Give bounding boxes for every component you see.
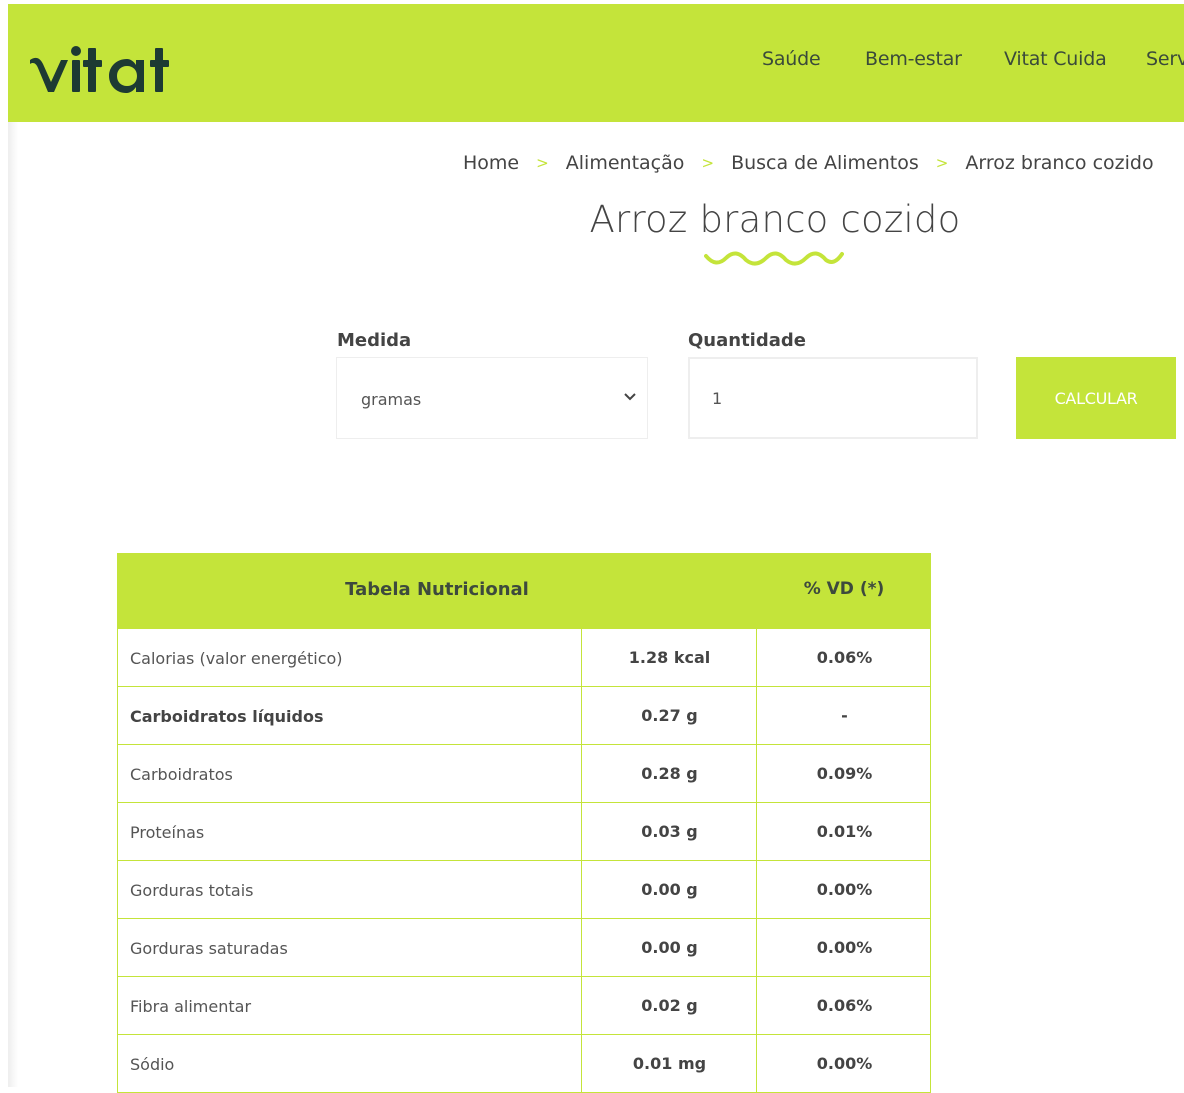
nutrient-vd: 0.01% xyxy=(756,803,932,860)
nutrient-vd: 0.06% xyxy=(756,629,932,686)
content-left-shadow xyxy=(8,122,18,1087)
nutrient-amount: 0.00 g xyxy=(581,919,757,976)
nutrient-amount: 1.28 kcal xyxy=(581,629,757,686)
nutrient-name: Gorduras totais xyxy=(130,881,254,900)
nutrient-name: Gorduras saturadas xyxy=(130,939,288,958)
quantidade-field-wrapper xyxy=(688,357,978,439)
nutrient-amount: 0.00 g xyxy=(581,861,757,918)
site-header: Saúde Bem-estar Vitat Cuida Serv xyxy=(8,4,1184,122)
nutrition-table: Tabela Nutricional % VD (*) Calorias (va… xyxy=(117,553,931,1093)
page-title: Arroz branco cozido xyxy=(589,198,961,241)
nutrient-amount: 0.28 g xyxy=(581,745,757,802)
title-wave-decoration xyxy=(704,251,844,266)
nutrient-amount: 0.27 g xyxy=(581,687,757,744)
table-row: Sódio 0.01 mg 0.00% xyxy=(117,1035,931,1093)
table-row: Gorduras saturadas 0.00 g 0.00% xyxy=(117,919,931,977)
nutrient-name: Carboidratos líquidos xyxy=(130,707,324,726)
table-row: Gorduras totais 0.00 g 0.00% xyxy=(117,861,931,919)
nutrient-vd: 0.00% xyxy=(756,1035,932,1092)
nav-item-bem-estar[interactable]: Bem-estar xyxy=(865,48,962,70)
breadcrumb-separator: > xyxy=(935,153,949,172)
main-nav: Saúde Bem-estar Vitat Cuida Serv xyxy=(8,4,1184,122)
breadcrumb-separator: > xyxy=(536,153,549,172)
medida-select[interactable]: gramas xyxy=(336,357,648,439)
nutrient-name: Carboidratos xyxy=(130,765,233,784)
table-header: Tabela Nutricional % VD (*) xyxy=(117,553,931,629)
nutrient-amount: 0.01 mg xyxy=(581,1035,757,1092)
breadcrumb-busca-de-alimentos[interactable]: Busca de Alimentos xyxy=(731,152,919,174)
chevron-down-icon xyxy=(624,393,636,401)
table-header-title: Tabela Nutricional xyxy=(345,579,529,600)
medida-selected-value: gramas xyxy=(361,390,422,409)
table-row: Calorias (valor energético) 1.28 kcal 0.… xyxy=(117,629,931,687)
nutrient-vd: 0.00% xyxy=(756,919,932,976)
nutrient-amount: 0.03 g xyxy=(581,803,757,860)
breadcrumb-alimentacao[interactable]: Alimentação xyxy=(566,152,685,174)
breadcrumb: Home > Alimentação > Busca de Alimentos … xyxy=(463,151,1154,175)
breadcrumb-home[interactable]: Home xyxy=(463,152,519,174)
nutrient-vd: 0.09% xyxy=(756,745,932,802)
breadcrumb-current: Arroz branco cozido xyxy=(965,151,1154,174)
medida-label: Medida xyxy=(337,330,412,351)
table-row: Proteínas 0.03 g 0.01% xyxy=(117,803,931,861)
table-row: Carboidratos líquidos 0.27 g - xyxy=(117,687,931,745)
quantidade-label: Quantidade xyxy=(688,330,806,351)
quantidade-input[interactable] xyxy=(712,389,952,408)
table-row: Fibra alimentar 0.02 g 0.06% xyxy=(117,977,931,1035)
nutrient-vd: - xyxy=(756,687,932,744)
nutrient-name: Proteínas xyxy=(130,823,205,842)
nutrient-vd: 0.00% xyxy=(756,861,932,918)
nutrient-vd: 0.06% xyxy=(756,977,932,1034)
nutrient-name: Calorias (valor energético) xyxy=(130,649,343,668)
table-header-vd: % VD (*) xyxy=(803,579,885,599)
nav-item-saude[interactable]: Saúde xyxy=(762,48,821,70)
breadcrumb-separator: > xyxy=(701,153,715,172)
table-row: Carboidratos 0.28 g 0.09% xyxy=(117,745,931,803)
nutrient-name: Sódio xyxy=(130,1055,175,1074)
calcular-button[interactable]: CALCULAR xyxy=(1016,357,1176,439)
nutrient-amount: 0.02 g xyxy=(581,977,757,1034)
nav-item-servicos[interactable]: Serv xyxy=(1146,48,1184,70)
nutrient-name: Fibra alimentar xyxy=(130,997,252,1016)
nav-item-vitat-cuida[interactable]: Vitat Cuida xyxy=(1004,48,1107,70)
page-left-margin xyxy=(0,0,8,1087)
